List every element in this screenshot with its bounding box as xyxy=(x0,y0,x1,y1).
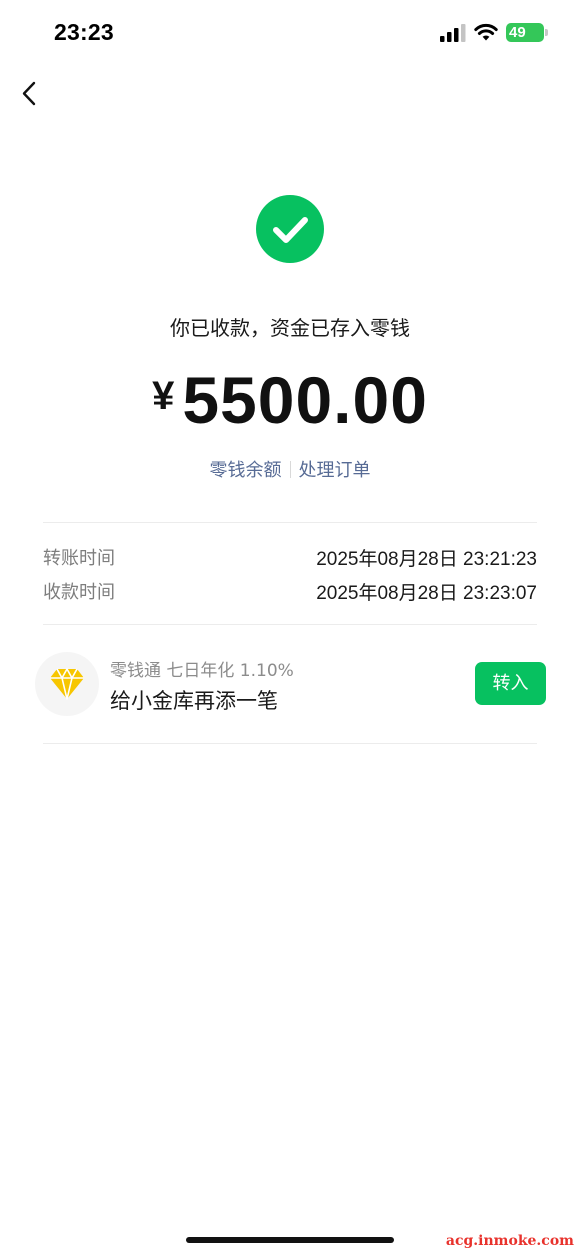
detail-row-receive-time: 收款时间 2025年08月28日 23:23:07 xyxy=(43,578,537,606)
transfer-in-button[interactable]: 转入 xyxy=(475,662,546,705)
amount-value: 5500.00 xyxy=(182,363,428,437)
cellular-signal-icon xyxy=(440,24,466,42)
detail-value: 2025年08月28日 23:21:23 xyxy=(316,549,537,570)
link-divider xyxy=(289,461,291,478)
status-bar: 23:23 49 xyxy=(0,0,580,66)
promo-title: 给小金库再添一笔 xyxy=(110,689,278,713)
status-time: 23:23 xyxy=(54,19,114,45)
chevron-left-icon xyxy=(22,81,36,106)
currency-symbol: ¥ xyxy=(152,374,175,418)
receipt-status-text: 你已收款，资金已存入零钱 xyxy=(170,316,410,340)
diamond-icon xyxy=(50,668,84,700)
home-indicator[interactable] xyxy=(186,1237,394,1243)
detail-label: 转账时间 xyxy=(43,548,115,569)
divider xyxy=(43,522,537,523)
divider xyxy=(43,743,537,744)
divider xyxy=(43,624,537,625)
battery-indicator: 49 xyxy=(506,23,544,42)
battery-tip xyxy=(545,29,548,36)
watermark-text: acg.inmoke.com xyxy=(445,1233,574,1249)
detail-value: 2025年08月28日 23:23:07 xyxy=(316,583,537,604)
received-amount: ¥5500.00 xyxy=(0,362,580,438)
wallet-balance-link[interactable]: 零钱余额 xyxy=(210,460,282,481)
payment-received-page: 23:23 49 你已收款，资金已存入零钱 ¥5500.00 零钱余额 处理订单… xyxy=(0,0,580,1255)
action-links: 零钱余额 处理订单 xyxy=(0,456,580,482)
wifi-icon xyxy=(474,23,498,41)
detail-label: 收款时间 xyxy=(43,582,115,603)
battery-level: 49 xyxy=(509,24,526,41)
detail-row-transfer-time: 转账时间 2025年08月28日 23:21:23 xyxy=(43,544,537,572)
handle-order-link[interactable]: 处理订单 xyxy=(299,460,371,481)
check-circle-icon xyxy=(256,195,324,263)
back-button[interactable] xyxy=(14,76,48,112)
promo-subtitle: 零钱通 七日年化 1.10% xyxy=(110,661,294,681)
promo-icon-container xyxy=(35,652,99,716)
